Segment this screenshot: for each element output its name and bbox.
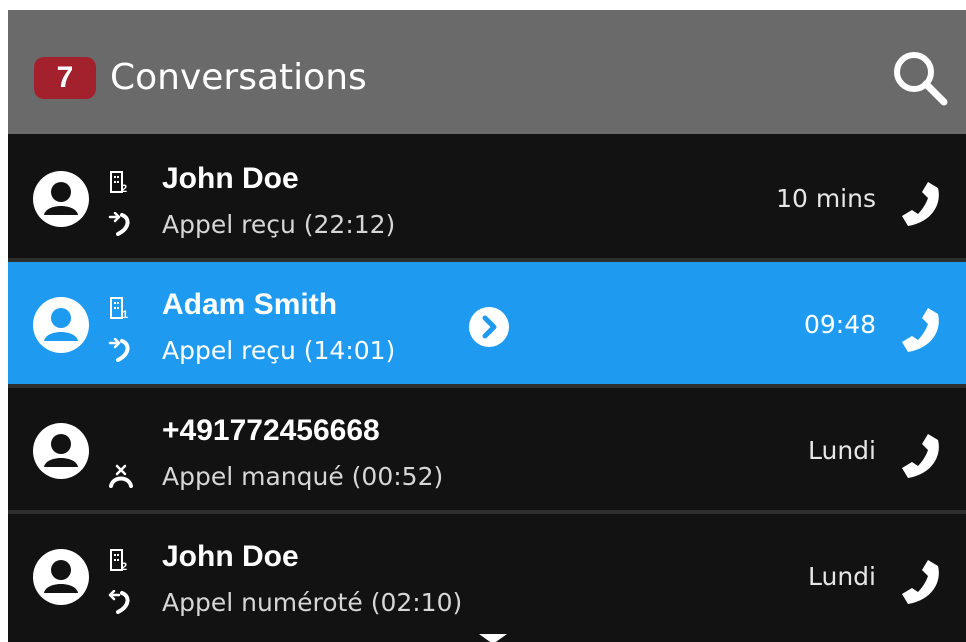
header-bar: 7 Conversations bbox=[8, 10, 966, 134]
avatar-icon bbox=[33, 549, 89, 605]
contact-name: +491772456668 bbox=[162, 414, 380, 447]
conversation-row-2[interactable]: 1 Adam Smith Appel reçu (14:01) 09:48 bbox=[8, 262, 966, 384]
enterprise-line-1-icon: 1 bbox=[110, 297, 128, 320]
phone-call-icon[interactable] bbox=[892, 178, 944, 230]
phone-call-icon[interactable] bbox=[892, 430, 944, 482]
contact-name: John Doe bbox=[162, 540, 299, 573]
scroll-down-indicator[interactable] bbox=[479, 634, 507, 642]
conversation-row-3[interactable]: +491772456668 Appel manqué (00:52) Lundi bbox=[8, 388, 966, 510]
conversation-time: 10 mins bbox=[776, 184, 876, 213]
svg-text:2: 2 bbox=[121, 561, 127, 572]
phone-call-icon[interactable] bbox=[892, 556, 944, 608]
unread-count-badge: 7 bbox=[34, 57, 96, 99]
phone-screen: 7 Conversations 2 John Doe Appel reçu (2… bbox=[8, 10, 966, 642]
conversation-row-4[interactable]: 2 John Doe Appel numéroté (02:10) Lundi bbox=[8, 514, 966, 636]
phone-call-icon[interactable] bbox=[892, 304, 944, 356]
call-detail: Appel reçu (14:01) bbox=[162, 336, 396, 365]
contact-name: Adam Smith bbox=[162, 288, 338, 321]
conversation-time: Lundi bbox=[808, 562, 876, 591]
avatar-icon bbox=[33, 297, 89, 353]
incoming-call-icon bbox=[108, 338, 130, 362]
svg-text:1: 1 bbox=[122, 309, 128, 320]
chevron-right-icon[interactable] bbox=[468, 306, 510, 348]
avatar-icon bbox=[33, 423, 89, 479]
incoming-call-icon bbox=[108, 212, 130, 236]
svg-text:2: 2 bbox=[121, 183, 127, 194]
enterprise-line-2-icon: 2 bbox=[110, 549, 127, 572]
call-detail: Appel reçu (22:12) bbox=[162, 210, 396, 239]
call-detail: Appel manqué (00:52) bbox=[162, 462, 444, 491]
enterprise-line-2-icon: 2 bbox=[110, 171, 127, 194]
avatar-icon bbox=[33, 171, 89, 227]
outgoing-call-icon bbox=[108, 590, 130, 614]
search-icon[interactable] bbox=[888, 46, 952, 110]
missed-call-icon bbox=[109, 464, 133, 488]
page-title: Conversations bbox=[110, 57, 367, 98]
contact-name: John Doe bbox=[162, 162, 299, 195]
conversation-time: Lundi bbox=[808, 436, 876, 465]
conversation-time: 09:48 bbox=[803, 310, 876, 339]
conversation-row-1[interactable]: 2 John Doe Appel reçu (22:12) 10 mins bbox=[8, 136, 966, 258]
call-detail: Appel numéroté (02:10) bbox=[162, 588, 463, 617]
